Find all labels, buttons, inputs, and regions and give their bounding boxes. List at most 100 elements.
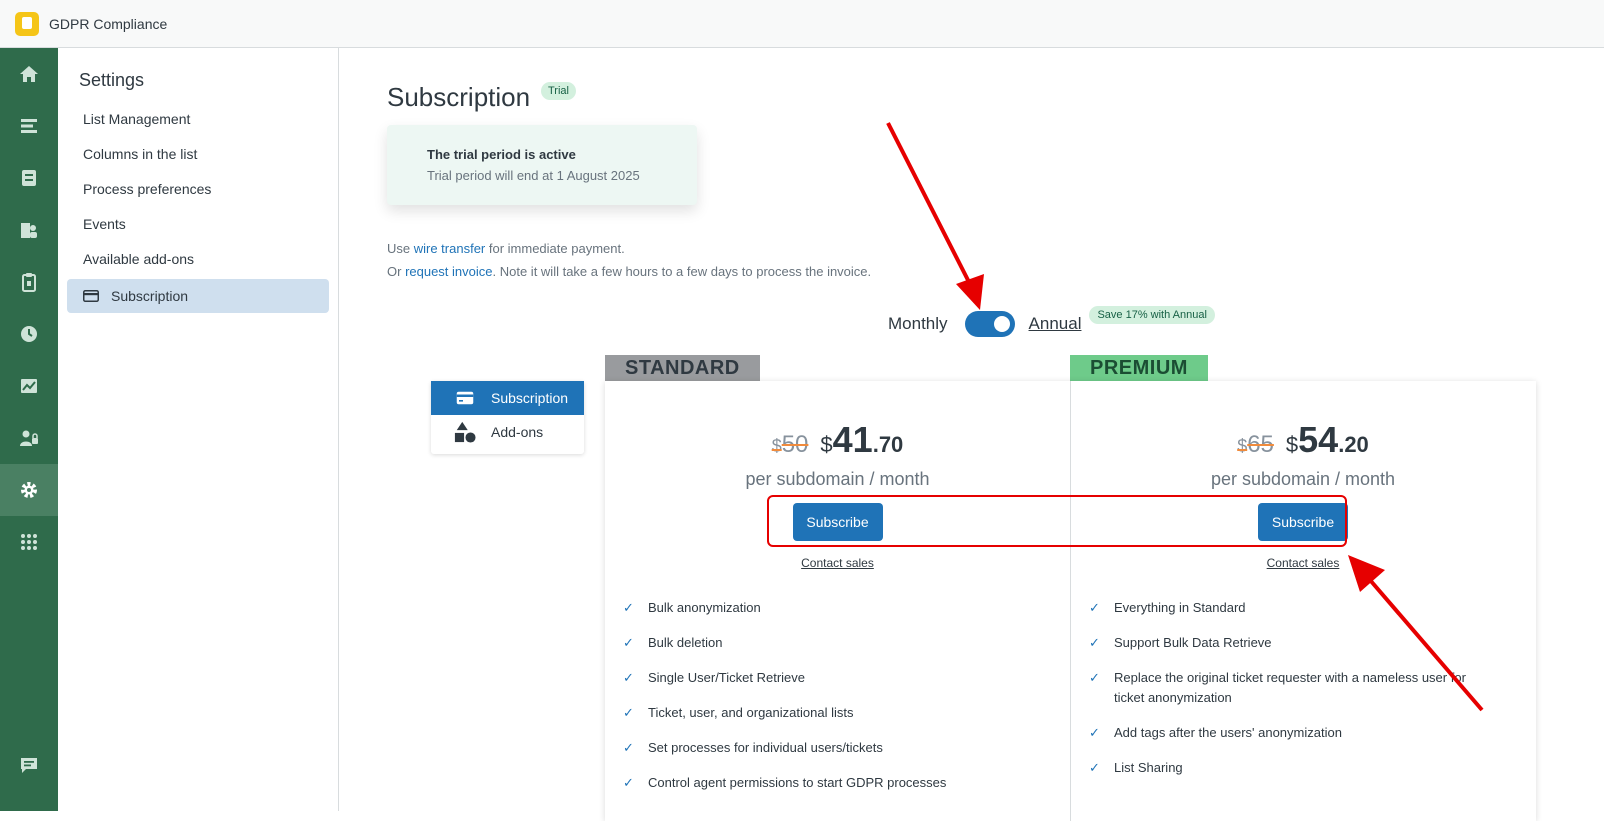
feature-item: ✓Replace the original ticket requester w… — [1089, 668, 1495, 708]
nav-permissions[interactable] — [0, 412, 58, 464]
billing-period-toggle[interactable] — [965, 311, 1015, 337]
feature-item: ✓Everything in Standard — [1089, 598, 1495, 618]
feature-text: Single User/Ticket Retrieve — [648, 668, 805, 688]
nav-lists[interactable] — [0, 100, 58, 152]
save-badge: Save 17% with Annual — [1089, 306, 1214, 324]
nav-home[interactable] — [0, 48, 58, 100]
card-icon — [83, 290, 99, 302]
chart-icon — [19, 376, 39, 396]
tab-subscription[interactable]: Subscription — [431, 381, 584, 415]
trial-badge: Trial — [541, 82, 576, 100]
page-title: Subscription — [387, 82, 530, 113]
standard-subscribe-button[interactable]: Subscribe — [793, 503, 883, 541]
settings-item-process-preferences[interactable]: Process preferences — [83, 181, 211, 197]
apps-icon — [19, 532, 39, 552]
tab-add-ons-label: Add-ons — [491, 424, 543, 440]
invoice-prefix: Or — [387, 264, 405, 279]
wire-transfer-link[interactable]: wire transfer — [414, 241, 486, 256]
list-icon — [19, 116, 39, 136]
annual-label[interactable]: Annual — [1029, 314, 1082, 334]
inbox-icon — [19, 168, 39, 188]
clipboard-icon — [19, 272, 39, 292]
trial-heading: The trial period is active — [427, 147, 697, 162]
app-header: GDPR Compliance — [0, 0, 1604, 48]
feature-text: Add tags after the users' anonymization — [1114, 723, 1342, 743]
gear-icon — [19, 480, 39, 500]
app-name: GDPR Compliance — [49, 16, 167, 32]
standard-contact-sales-link[interactable]: Contact sales — [605, 556, 1070, 570]
standard-old-price: $50 — [772, 431, 809, 459]
standard-new-price: $41.70 — [820, 419, 903, 461]
premium-new-price: $54.20 — [1286, 419, 1369, 461]
price-whole: 54 — [1298, 419, 1338, 460]
check-icon: ✓ — [1089, 668, 1114, 708]
check-icon: ✓ — [623, 703, 648, 723]
plan-premium: $65 $54.20 per subdomain / month Subscri… — [1070, 381, 1535, 821]
premium-per-unit: per subdomain / month — [1071, 469, 1535, 490]
check-icon: ✓ — [623, 668, 648, 688]
main-content: Subscription Trial The trial period is a… — [340, 48, 1604, 811]
settings-item-columns[interactable]: Columns in the list — [83, 146, 197, 162]
old-currency: $ — [1237, 436, 1247, 456]
feature-item: ✓Bulk deletion — [623, 633, 1030, 653]
standard-per-unit: per subdomain / month — [605, 469, 1070, 490]
nav-chat[interactable] — [0, 739, 58, 791]
settings-item-subscription-label: Subscription — [111, 288, 188, 304]
subscription-tabs: Subscription Add-ons — [431, 381, 584, 454]
request-invoice-link[interactable]: request invoice — [405, 264, 492, 279]
premium-plan-tag: PREMIUM — [1070, 355, 1208, 382]
settings-panel: Settings List Management Columns in the … — [58, 48, 339, 811]
app-logo-icon — [15, 12, 39, 36]
feature-item: ✓List Sharing — [1089, 758, 1495, 778]
check-icon: ✓ — [1089, 633, 1114, 653]
premium-subscribe-button[interactable]: Subscribe — [1258, 503, 1348, 541]
card-icon — [456, 391, 474, 405]
tab-add-ons[interactable]: Add-ons — [431, 415, 584, 449]
nav-inbox[interactable] — [0, 152, 58, 204]
nav-settings[interactable] — [0, 464, 58, 516]
price-decimal: .20 — [1338, 432, 1369, 457]
monthly-label[interactable]: Monthly — [888, 314, 948, 334]
settings-item-events[interactable]: Events — [83, 216, 126, 232]
nav-users[interactable] — [0, 204, 58, 256]
feature-text: Everything in Standard — [1114, 598, 1246, 618]
old-amount: 50 — [782, 431, 809, 458]
trial-subtext: Trial period will end at 1 August 2025 — [427, 168, 697, 183]
feature-text: Control agent permissions to start GDPR … — [648, 773, 946, 793]
nav-history[interactable] — [0, 308, 58, 360]
feature-text: Ticket, user, and organizational lists — [648, 703, 853, 723]
old-currency: $ — [772, 436, 782, 456]
wire-suffix: for immediate payment. — [485, 241, 624, 256]
feature-item: ✓Add tags after the users' anonymization — [1089, 723, 1495, 743]
standard-features: ✓Bulk anonymization ✓Bulk deletion ✓Sing… — [623, 598, 1030, 808]
invoice-suffix: . Note it will take a few hours to a few… — [493, 264, 872, 279]
premium-contact-sales-link[interactable]: Contact sales — [1071, 556, 1535, 570]
settings-item-add-ons[interactable]: Available add-ons — [83, 251, 194, 267]
home-icon — [19, 64, 39, 84]
settings-item-list-management[interactable]: List Management — [83, 111, 190, 127]
settings-item-subscription[interactable]: Subscription — [67, 279, 329, 313]
tab-subscription-label: Subscription — [491, 390, 568, 406]
trial-notice: The trial period is active Trial period … — [387, 125, 697, 205]
premium-features: ✓Everything in Standard ✓Support Bulk Da… — [1089, 598, 1495, 793]
feature-item: ✓Single User/Ticket Retrieve — [623, 668, 1030, 688]
price-decimal: .70 — [873, 432, 904, 457]
premium-price: $65 $54.20 — [1071, 419, 1535, 461]
user-lock-icon — [19, 428, 39, 448]
standard-plan-tag: STANDARD — [605, 355, 760, 382]
nav-apps[interactable] — [0, 516, 58, 568]
request-invoice-line: Or request invoice. Note it will take a … — [387, 264, 871, 279]
check-icon: ✓ — [623, 738, 648, 758]
nav-clipboard[interactable] — [0, 256, 58, 308]
users-icon — [19, 220, 39, 240]
pricing-plans: $50 $41.70 per subdomain / month Subscri… — [605, 381, 1536, 821]
check-icon: ✓ — [1089, 723, 1114, 743]
primary-nav — [0, 48, 58, 811]
toggle-knob — [994, 316, 1010, 332]
nav-reports[interactable] — [0, 360, 58, 412]
feature-text: Support Bulk Data Retrieve — [1114, 633, 1272, 653]
standard-price: $50 $41.70 — [605, 419, 1070, 461]
premium-old-price: $65 — [1237, 431, 1274, 459]
billing-toggle-row: Monthly Annual Save 17% with Annual — [888, 311, 1215, 337]
check-icon: ✓ — [1089, 758, 1114, 778]
